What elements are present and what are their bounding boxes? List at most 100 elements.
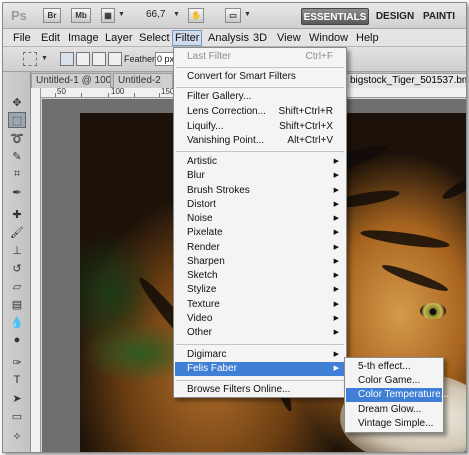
- submenu-item-color-temperature[interactable]: Color Temperature...: [346, 388, 449, 402]
- tiger-stripe: [380, 261, 450, 295]
- menu-item-label: Felis Faber: [187, 363, 238, 374]
- dodge-tool-icon[interactable]: ●: [8, 332, 26, 348]
- eyedropper-tool-icon[interactable]: ✒: [8, 184, 26, 200]
- menu-item-browse-online[interactable]: Browse Filters Online...: [175, 383, 345, 397]
- healing-brush-icon[interactable]: ✚: [8, 206, 26, 222]
- chevron-down-icon[interactable]: ▼: [173, 11, 180, 18]
- menu-item-video[interactable]: Video ▶: [175, 312, 345, 326]
- menu-item-pixelate[interactable]: Pixelate ▶: [175, 226, 345, 240]
- menu-item-distort[interactable]: Distort ▶: [175, 198, 345, 212]
- add-selection-icon[interactable]: [76, 52, 90, 66]
- submenu-arrow-icon: ▶: [333, 215, 339, 222]
- menu-analysis[interactable]: Analysis: [206, 31, 251, 45]
- menu-image[interactable]: Image: [66, 31, 101, 45]
- brush-tool-icon[interactable]: 🖌: [8, 224, 26, 240]
- submenu-arrow-icon: ▶: [333, 301, 339, 308]
- tab-tiger[interactable]: bigstock_Tiger_501537.bmp: [345, 73, 466, 88]
- menu-item-sketch[interactable]: Sketch ▶: [175, 269, 345, 283]
- tab-untitled-1[interactable]: Untitled-1 @ 100...: [31, 73, 111, 88]
- menu-item-other[interactable]: Other ▶: [175, 326, 345, 340]
- menu-item-brush-strokes[interactable]: Brush Strokes ▶: [175, 184, 345, 198]
- eraser-tool-icon[interactable]: ▱: [8, 278, 26, 294]
- menu-item-stylize[interactable]: Stylize ▶: [175, 283, 345, 297]
- menu-layer[interactable]: Layer: [103, 31, 135, 45]
- hand-tool-icon[interactable]: ✋: [188, 8, 204, 23]
- menu-window[interactable]: Window: [307, 31, 350, 45]
- menu-item-convert-smart[interactable]: Convert for Smart Filters: [175, 70, 345, 84]
- ruler-label: 100: [111, 88, 125, 96]
- menu-item-label: Blur: [187, 170, 205, 181]
- menu-3d[interactable]: 3D: [251, 31, 269, 45]
- menu-select[interactable]: Select: [137, 31, 172, 45]
- submenu-arrow-icon: ▶: [333, 365, 339, 372]
- chevron-down-icon[interactable]: ▼: [118, 11, 125, 18]
- menu-item-label: Video: [187, 313, 213, 324]
- mini-bridge-button[interactable]: Mb: [71, 8, 91, 23]
- crop-tool-icon[interactable]: ⌗: [8, 166, 26, 182]
- quick-selection-icon[interactable]: ✎: [8, 148, 26, 164]
- menu-help[interactable]: Help: [354, 31, 381, 45]
- menu-item-label: Distort: [187, 199, 216, 210]
- history-brush-icon[interactable]: ↺: [8, 260, 26, 276]
- filter-menu: Last Filter Ctrl+F Convert for Smart Fil…: [173, 47, 347, 398]
- move-tool-icon[interactable]: ✥: [8, 94, 26, 110]
- menu-item-digimarc[interactable]: Digimarc ▶: [175, 348, 345, 362]
- menu-edit[interactable]: Edit: [39, 31, 62, 45]
- menu-item-artistic[interactable]: Artistic ▶: [175, 155, 345, 169]
- marquee-preset-icon[interactable]: [23, 52, 37, 66]
- extras-grid-icon[interactable]: ▦: [101, 8, 115, 23]
- chevron-down-icon[interactable]: ▼: [41, 55, 48, 62]
- workspace-design[interactable]: DESIGN: [375, 8, 415, 25]
- subtract-selection-icon[interactable]: [92, 52, 106, 66]
- menu-file[interactable]: File: [11, 31, 33, 45]
- menu-item-blur[interactable]: Blur ▶: [175, 169, 345, 183]
- path-selection-icon[interactable]: ➤: [8, 390, 26, 406]
- menu-item-texture[interactable]: Texture ▶: [175, 298, 345, 312]
- felis-faber-submenu: 5-th effect... Color Game... Color Tempe…: [344, 357, 449, 433]
- menu-item-lens-correction[interactable]: Lens Correction... Shift+Ctrl+R: [175, 105, 345, 119]
- menu-separator: [176, 344, 344, 345]
- shape-tool-icon[interactable]: ▭: [8, 408, 26, 424]
- menu-item-label: Lens Correction...: [187, 106, 266, 117]
- chevron-down-icon[interactable]: ▼: [244, 11, 251, 18]
- tab-untitled-2[interactable]: Untitled-2: [113, 73, 173, 88]
- menu-filter[interactable]: Filter: [172, 30, 203, 46]
- menu-item-label: Texture: [187, 299, 220, 310]
- menu-view[interactable]: View: [275, 31, 303, 45]
- menu-item-vanishing-point[interactable]: Vanishing Point... Alt+Ctrl+V: [175, 134, 345, 148]
- submenu-item-color-game[interactable]: Color Game...: [346, 374, 442, 388]
- submenu-item-5th-effect[interactable]: 5-th effect...: [346, 360, 442, 374]
- clone-stamp-icon[interactable]: ⊥: [8, 242, 26, 258]
- menu-item-liquify[interactable]: Liquify... Shift+Ctrl+X: [175, 120, 345, 134]
- marquee-tool-icon[interactable]: ⬚: [8, 112, 26, 128]
- menu-item-noise[interactable]: Noise ▶: [175, 212, 345, 226]
- menu-item-render[interactable]: Render ▶: [175, 241, 345, 255]
- intersect-selection-icon[interactable]: [108, 52, 122, 66]
- menu-item-filter-gallery[interactable]: Filter Gallery...: [175, 90, 345, 104]
- workspace-essentials[interactable]: ESSENTIALS: [301, 8, 369, 25]
- feather-input[interactable]: 0 px: [155, 52, 175, 66]
- menu-item-label: Brush Strokes: [187, 185, 250, 196]
- screen-mode-icon[interactable]: ▭: [225, 8, 241, 23]
- pen-tool-icon[interactable]: ✑: [8, 354, 26, 370]
- submenu-item-dream-glow[interactable]: Dream Glow...: [346, 403, 442, 417]
- blur-tool-icon[interactable]: 💧: [8, 314, 26, 330]
- menu-item-last-filter[interactable]: Last Filter Ctrl+F: [175, 50, 345, 64]
- lasso-tool-icon[interactable]: ➰: [8, 130, 26, 146]
- gradient-tool-icon[interactable]: ▤: [8, 296, 26, 312]
- type-tool-icon[interactable]: T: [8, 372, 26, 388]
- zoom-level[interactable]: 66,7: [146, 9, 165, 20]
- 3d-rotate-icon[interactable]: ✧: [8, 428, 26, 444]
- bridge-button[interactable]: Br: [43, 8, 61, 23]
- menu-item-label: Pixelate: [187, 227, 223, 238]
- ruler-tick: [55, 93, 56, 97]
- menu-item-label: Artistic: [187, 156, 217, 167]
- menu-item-sharpen[interactable]: Sharpen ▶: [175, 255, 345, 269]
- menu-item-label: Last Filter: [187, 51, 231, 62]
- menu-item-label: Digimarc: [187, 349, 227, 360]
- new-selection-icon[interactable]: [60, 52, 74, 66]
- submenu-item-vintage-simple[interactable]: Vintage Simple...: [346, 417, 442, 431]
- menu-item-felis-faber[interactable]: Felis Faber ▶: [175, 362, 345, 376]
- shortcut-label: Ctrl+F: [305, 51, 334, 62]
- workspace-painting[interactable]: PAINTI: [423, 8, 466, 25]
